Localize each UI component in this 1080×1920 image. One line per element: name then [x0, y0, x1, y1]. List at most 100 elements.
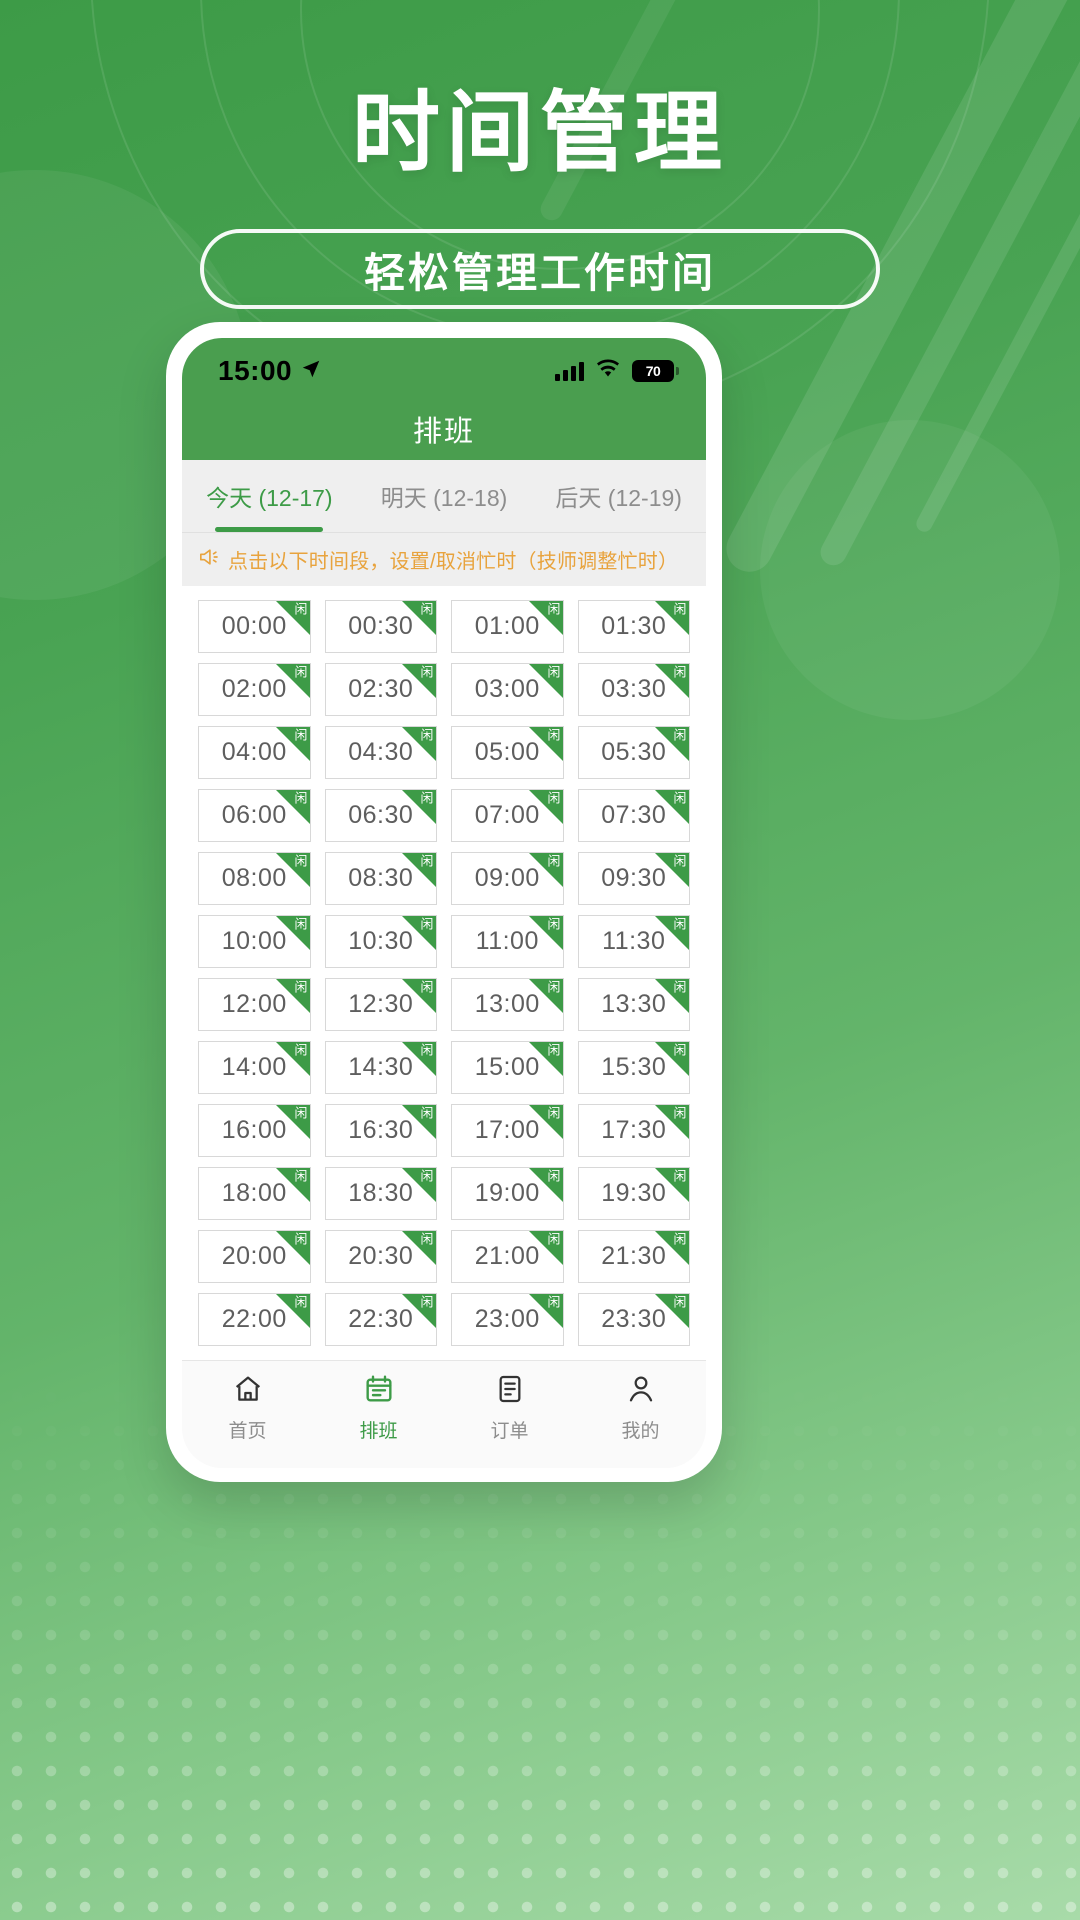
- time-slot[interactable]: 04:30 闲: [324, 726, 437, 779]
- megaphone-icon: [198, 547, 220, 572]
- status-bar-time: 15:00: [218, 355, 293, 386]
- time-slot-status-label: 闲: [294, 1105, 307, 1121]
- time-slot-status-label: 闲: [294, 790, 307, 806]
- nav-bar: 排班: [182, 398, 706, 460]
- deco-blob-2: [760, 420, 1060, 720]
- time-slot[interactable]: 07:00 闲: [451, 789, 564, 842]
- time-slot[interactable]: 01:30 闲: [577, 600, 690, 653]
- time-slot[interactable]: 19:00 闲: [451, 1167, 564, 1220]
- location-arrow-icon: [300, 358, 322, 385]
- time-slot[interactable]: 11:30 闲: [577, 915, 690, 968]
- time-slot[interactable]: 17:30 闲: [577, 1104, 690, 1157]
- time-slot[interactable]: 06:00 闲: [198, 789, 311, 842]
- time-slot[interactable]: 16:30 闲: [324, 1104, 437, 1157]
- time-slot[interactable]: 08:30 闲: [324, 852, 437, 905]
- tab-today[interactable]: 今天 (12-17): [182, 460, 357, 532]
- tab-today-label: 今天 (12-17): [206, 485, 333, 511]
- time-slot[interactable]: 11:00 闲: [451, 915, 564, 968]
- time-slot[interactable]: 12:00 闲: [198, 978, 311, 1031]
- time-slot[interactable]: 22:30 闲: [324, 1293, 437, 1346]
- time-slot-status-label: 闲: [673, 727, 687, 743]
- time-slot[interactable]: 12:30 闲: [324, 978, 437, 1031]
- time-slot-status-label: 闲: [294, 727, 307, 743]
- time-slot-status-label: 闲: [673, 1294, 687, 1310]
- time-slot[interactable]: 08:00 闲: [198, 852, 311, 905]
- time-slot[interactable]: 20:30 闲: [324, 1230, 437, 1283]
- page-subtitle: 轻松管理工作时间: [364, 250, 716, 296]
- time-slot[interactable]: 02:00 闲: [198, 663, 311, 716]
- time-slot[interactable]: 15:30 闲: [577, 1041, 690, 1094]
- time-slot[interactable]: 10:00 闲: [198, 915, 311, 968]
- time-slot[interactable]: 02:30 闲: [324, 663, 437, 716]
- time-slot[interactable]: 10:30 闲: [324, 915, 437, 968]
- time-slot[interactable]: 05:00 闲: [451, 726, 564, 779]
- cellular-signal-icon: [555, 361, 584, 381]
- time-slot-status-label: 闲: [547, 853, 560, 869]
- status-bar-left: 15:00: [218, 355, 322, 387]
- time-slot[interactable]: 14:00 闲: [198, 1041, 311, 1094]
- tabbar-label-orders: 订单: [490, 1421, 529, 1442]
- subtitle-pill: 轻松管理工作时间: [200, 229, 880, 309]
- time-slot[interactable]: 09:30 闲: [577, 852, 690, 905]
- tab-tomorrow[interactable]: 明天 (12-18): [357, 460, 532, 532]
- tabbar-item-home[interactable]: 首页: [182, 1373, 313, 1443]
- time-slot-status-label: 闲: [420, 1168, 434, 1184]
- tabbar-item-schedule[interactable]: 排班: [313, 1373, 444, 1443]
- phone-mockup: 15:00 70 排班 今天 (12-17) 明天 (12-18) 后天 (12…: [166, 322, 722, 1482]
- time-slot-grid: 00:00 闲 00:30 闲 01:00 闲 01:30 闲 02:00 闲 02:30 闲 03:0…: [182, 586, 706, 1360]
- time-slot-status-label: 闲: [294, 979, 307, 995]
- tab-day-after-tomorrow[interactable]: 后天 (12-19): [531, 460, 706, 532]
- home-icon: [232, 1373, 264, 1410]
- time-slot-status-label: 闲: [420, 664, 434, 680]
- time-slot[interactable]: 09:00 闲: [451, 852, 564, 905]
- time-slot-status-label: 闲: [547, 916, 560, 932]
- user-icon: [625, 1373, 657, 1410]
- time-slot[interactable]: 00:30 闲: [324, 600, 437, 653]
- time-slot[interactable]: 18:30 闲: [324, 1167, 437, 1220]
- time-slot-status-label: 闲: [673, 916, 687, 932]
- time-slot[interactable]: 03:00 闲: [451, 663, 564, 716]
- time-slot-status-label: 闲: [547, 727, 560, 743]
- document-icon: [494, 1373, 526, 1410]
- time-slot-status-label: 闲: [294, 601, 307, 617]
- time-slot[interactable]: 13:30 闲: [577, 978, 690, 1031]
- tabbar-item-orders[interactable]: 订单: [444, 1373, 575, 1443]
- wifi-icon: [596, 359, 620, 383]
- time-slot[interactable]: 23:30 闲: [577, 1293, 690, 1346]
- time-slot[interactable]: 06:30 闲: [324, 789, 437, 842]
- time-slot[interactable]: 22:00 闲: [198, 1293, 311, 1346]
- time-slot[interactable]: 01:00 闲: [451, 600, 564, 653]
- time-slot-status-label: 闲: [673, 790, 687, 806]
- calendar-icon: [363, 1373, 395, 1410]
- time-slot[interactable]: 07:30 闲: [577, 789, 690, 842]
- time-slot[interactable]: 19:30 闲: [577, 1167, 690, 1220]
- time-slot-status-label: 闲: [294, 1042, 307, 1058]
- time-slot-status-label: 闲: [547, 1042, 560, 1058]
- bottom-tab-bar: 首页 排班 订单 我的: [182, 1360, 706, 1468]
- time-slot-status-label: 闲: [420, 1042, 434, 1058]
- day-tabs: 今天 (12-17) 明天 (12-18) 后天 (12-19): [182, 460, 706, 532]
- time-slot[interactable]: 14:30 闲: [324, 1041, 437, 1094]
- tab-tomorrow-label: 明天 (12-18): [380, 485, 508, 511]
- time-slot[interactable]: 17:00 闲: [451, 1104, 564, 1157]
- time-slot[interactable]: 21:00 闲: [451, 1230, 564, 1283]
- time-slot[interactable]: 16:00 闲: [198, 1104, 311, 1157]
- time-slot[interactable]: 23:00 闲: [451, 1293, 564, 1346]
- time-slot-status-label: 闲: [547, 664, 560, 680]
- time-slot-status-label: 闲: [294, 1168, 307, 1184]
- time-slot-status-label: 闲: [673, 1105, 687, 1121]
- time-slot-status-label: 闲: [420, 979, 434, 995]
- time-slot[interactable]: 20:00 闲: [198, 1230, 311, 1283]
- time-slot[interactable]: 18:00 闲: [198, 1167, 311, 1220]
- time-slot[interactable]: 15:00 闲: [451, 1041, 564, 1094]
- time-slot[interactable]: 04:00 闲: [198, 726, 311, 779]
- time-slot[interactable]: 21:30 闲: [577, 1230, 690, 1283]
- time-slot-status-label: 闲: [294, 1231, 307, 1247]
- notice-text: 点击以下时间段，设置/取消忙时（技师调整忙时）: [228, 551, 679, 573]
- time-slot[interactable]: 05:30 闲: [577, 726, 690, 779]
- time-slot[interactable]: 00:00 闲: [198, 600, 311, 653]
- time-slot-status-label: 闲: [420, 727, 434, 743]
- time-slot[interactable]: 03:30 闲: [577, 663, 690, 716]
- tabbar-item-profile[interactable]: 我的: [575, 1373, 706, 1443]
- time-slot[interactable]: 13:00 闲: [451, 978, 564, 1031]
